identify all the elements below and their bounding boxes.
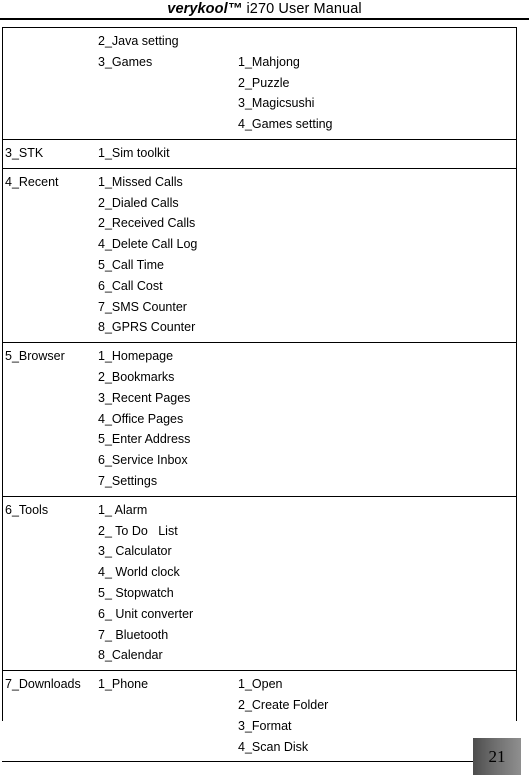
table-cell-3: [235, 342, 517, 497]
menu-item: 4_ World clock: [98, 565, 180, 580]
menu-item: 4_Delete Call Log: [98, 237, 198, 252]
menu-item: 3_ Calculator: [98, 544, 172, 559]
table-cell-3: [235, 495, 517, 672]
menu-item: 4_Recent: [5, 174, 59, 189]
menu-item: 2_Java setting: [98, 34, 179, 48]
cell-content: 2_Java setting 3_Games: [95, 28, 235, 77]
menu-item: 4_Games setting: [238, 117, 333, 132]
cell-content: 1_Sim toolkit: [95, 140, 235, 168]
menu-item: 6_Tools: [5, 502, 49, 517]
table-cell-1: 7_Downloads: [2, 670, 95, 763]
header-brand: verykool™: [167, 1, 243, 17]
menu-item: 1_ Alarm: [98, 502, 148, 517]
table-cell-1: 6_Tools: [2, 495, 95, 672]
menu-item: 6_Service Inbox: [98, 453, 188, 468]
cell-content: [2, 28, 95, 35]
menu-item: 1_Phone: [98, 677, 149, 692]
table-cell-1: [2, 27, 95, 140]
cell-content: [235, 140, 517, 147]
menu-item: 4_Office Pages: [98, 411, 184, 426]
menu-item: 2_Received Calls: [98, 216, 196, 231]
menu-item: 3_Recent Pages: [98, 390, 191, 405]
cell-content: [235, 343, 517, 350]
cell-content: 1_Mahjong 2_Puzzle 3_Magicsushi 4_Games set…: [235, 28, 517, 139]
menu-item: 5_Browser: [5, 349, 65, 364]
menu-item: 1_Open: [238, 677, 283, 692]
table-cell-3: [235, 167, 517, 344]
menu-item: 3_Format: [238, 718, 292, 733]
table-cell-2: 1_Sim toolkit: [95, 138, 235, 169]
menu-item: 3_Magicsushi: [238, 96, 315, 111]
menu-item: 5_Enter Address: [98, 432, 191, 447]
menu-item: 2_Create Folder: [238, 697, 329, 712]
menu-item: 6_Call Cost: [98, 278, 163, 293]
menu-item: 1_Homepage: [98, 349, 174, 364]
menu-item: 7_ Bluetooth: [98, 627, 169, 642]
menu-item: 1_Missed Calls: [98, 174, 183, 189]
table-row: 5_Browser 1_Homepage 2_Bookmarks 3_Recent P…: [2, 342, 517, 497]
menu-item: 6_ Unit converter: [98, 606, 194, 621]
menu-item: 5_Call Time: [98, 257, 164, 272]
cell-content: 4_Recent: [2, 169, 95, 197]
menu-item: 3_Games: [98, 54, 153, 69]
menu-item: 2_Dialed Calls: [98, 195, 179, 210]
cell-content: 6_Tools: [2, 497, 95, 525]
cell-content: 1_Phone: [95, 671, 235, 699]
header-subtitle: i270 User Manual: [242, 1, 362, 17]
cell-content: 5_Browser: [2, 343, 95, 371]
cell-content: 1_Homepage 2_Bookmarks 3_Recent Pages 4_Off…: [95, 343, 235, 496]
menu-item: 3_STK: [5, 145, 44, 160]
table-row: 4_Recent 1_Missed Calls 2_Dialed Calls 2_Re…: [2, 167, 517, 344]
table-cell-2: 2_Java setting 3_Games: [95, 27, 235, 140]
menu-item: 2_Puzzle: [238, 75, 290, 90]
menu-structure-table: 2_Java setting 3_Games 1_Mahjong 2_Puzzle 3…: [2, 27, 517, 763]
menu-item: 1_Sim toolkit: [98, 145, 170, 160]
table-row: 6_Tools 1_ Alarm 2_ To Do List 3_ Calculato…: [2, 495, 517, 672]
table-row: 3_STK 1_Sim toolkit: [2, 138, 517, 169]
menu-item: 2_ To Do List: [98, 523, 178, 538]
table-cell-2: 1_Missed Calls 2_Dialed Calls 2_Received C…: [95, 167, 235, 344]
menu-item: 5_ Stopwatch: [98, 585, 174, 600]
table-cell-1: 3_STK: [2, 138, 95, 169]
table-cell-3: [235, 138, 517, 169]
menu-item: 8_GPRS Counter: [98, 320, 196, 335]
table-cell-1: 4_Recent: [2, 167, 95, 344]
table-cell-2: 1_ Alarm 2_ To Do List 3_ Calculator 4_ Wor…: [95, 495, 235, 672]
table-row: 7_Downloads 1_Phone 1_Open 2_Create Folder 3…: [2, 670, 517, 763]
header-rule: [0, 18, 529, 20]
menu-item: 7_Downloads: [5, 677, 81, 692]
cell-content: 3_STK: [2, 140, 95, 168]
table-cell-3: 1_Mahjong 2_Puzzle 3_Magicsushi 4_Games set…: [235, 27, 517, 140]
table-cell-2: 1_Phone: [95, 670, 235, 763]
menu-item: 2_Bookmarks: [98, 369, 175, 384]
cell-content: 7_Downloads: [2, 671, 95, 699]
menu-item: 7_Settings: [98, 473, 158, 488]
table-cell-2: 1_Homepage 2_Bookmarks 3_Recent Pages 4_Off…: [95, 342, 235, 497]
menu-item: 1_Mahjong: [238, 54, 300, 69]
header-title: verykool™ i270 User Manual: [0, 0, 529, 18]
table-cell-1: 5_Browser: [2, 342, 95, 497]
cell-content: [235, 169, 517, 176]
menu-item: 8_Calendar: [98, 648, 163, 663]
menu-item: 7_SMS Counter: [98, 299, 187, 314]
table-row: 2_Java setting 3_Games 1_Mahjong 2_Puzzle 3…: [2, 27, 517, 140]
document-header: verykool™ i270 User Manual: [0, 0, 529, 20]
cell-content: 1_ Alarm 2_ To Do List 3_ Calculator 4_ Wor…: [95, 497, 235, 670]
cell-content: [235, 497, 517, 504]
page-number-badge: 21: [473, 738, 521, 775]
cell-content: 1_Missed Calls 2_Dialed Calls 2_Received C…: [95, 169, 235, 342]
